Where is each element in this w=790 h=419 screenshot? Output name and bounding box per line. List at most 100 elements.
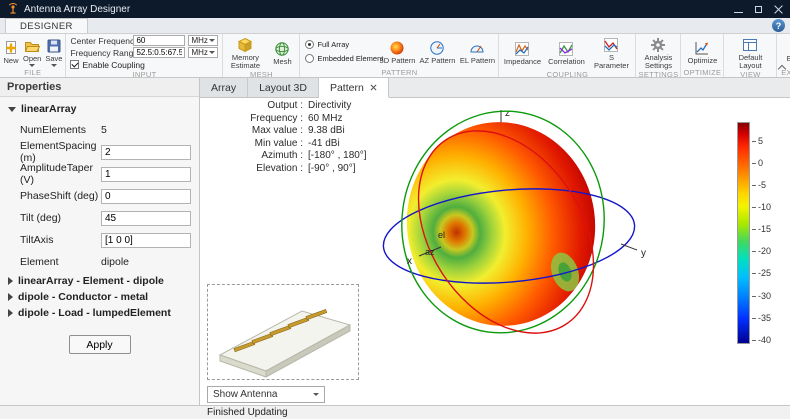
- pattern-3d-plot[interactable]: z x y el az: [341, 104, 721, 400]
- tree-root-label: linearArray: [21, 103, 76, 115]
- optimize-button[interactable]: Optimize: [683, 38, 721, 65]
- s-parameter-button[interactable]: S Parameter: [589, 35, 633, 70]
- default-layout-icon: [742, 37, 758, 53]
- prop-label: Tilt (deg): [20, 212, 101, 224]
- tree-root-lineararray[interactable]: linearArray: [0, 97, 199, 119]
- prop-row-tiltaxis: TiltAxis: [0, 229, 199, 251]
- center-frequency-unit-combo[interactable]: MHz: [188, 35, 218, 46]
- info-label: Elevation :: [237, 163, 303, 176]
- tab-pattern[interactable]: Pattern: [319, 78, 389, 98]
- tab-pattern-label: Pattern: [330, 82, 364, 94]
- file-section-label: FILE: [2, 68, 63, 77]
- minimize-icon[interactable]: [734, 5, 743, 14]
- export-label: Export: [787, 55, 790, 63]
- embedded-element-radio[interactable]: [305, 54, 314, 63]
- close-icon[interactable]: [774, 5, 783, 14]
- unit-caret-icon: [209, 51, 215, 54]
- az-pattern-label: AZ Pattern: [420, 57, 456, 65]
- full-array-radio[interactable]: [305, 40, 314, 49]
- colorbar-tick: -35: [758, 313, 771, 323]
- tab-close-icon[interactable]: [370, 84, 377, 91]
- section-mesh: Memory Estimate Mesh MESH: [223, 34, 300, 77]
- antenna-inset-panel: [207, 284, 359, 380]
- element-spacing-input[interactable]: [101, 145, 191, 160]
- el-pattern-label: EL Pattern: [460, 57, 495, 65]
- show-antenna-dropdown[interactable]: Show Antenna: [207, 386, 325, 403]
- info-label: Output :: [237, 100, 303, 113]
- section-coupling: Impedance Correlation S Parameter COUP: [499, 34, 636, 77]
- default-layout-label: Default Layout: [727, 54, 773, 70]
- prop-row-tilt: Tilt (deg): [0, 207, 199, 229]
- az-pattern-button[interactable]: AZ Pattern: [418, 38, 456, 65]
- z-axis-label: z: [505, 108, 510, 119]
- tab-layout-3d[interactable]: Layout 3D: [248, 78, 319, 97]
- open-button[interactable]: Open: [22, 36, 42, 67]
- input-section-label: INPUT: [68, 70, 220, 78]
- new-label: New: [3, 57, 18, 65]
- info-label: Frequency :: [237, 113, 303, 126]
- info-label: Azimuth :: [237, 150, 303, 163]
- amplitude-taper-input[interactable]: [101, 167, 191, 182]
- export-button[interactable]: Export: [779, 36, 790, 67]
- default-layout-button[interactable]: Default Layout: [726, 35, 774, 70]
- memory-estimate-button[interactable]: Memory Estimate: [225, 35, 265, 70]
- prop-row-elementspacing: ElementSpacing (m): [0, 141, 199, 163]
- frequency-range-input[interactable]: [133, 47, 185, 58]
- expanded-arrow-icon[interactable]: [8, 107, 16, 112]
- embedded-element-label: Embedded Element: [317, 54, 383, 63]
- full-array-radio-row[interactable]: Full Array: [305, 39, 373, 50]
- tab-array[interactable]: Array: [200, 78, 248, 97]
- colorbar-tick: -40: [758, 335, 771, 345]
- help-button[interactable]: ?: [772, 19, 785, 32]
- section-view: Default Layout VIEW: [724, 34, 777, 77]
- embedded-element-radio-row[interactable]: Embedded Element: [305, 53, 373, 64]
- pattern-3d-label: 3D Pattern: [380, 57, 416, 65]
- apply-button[interactable]: Apply: [69, 335, 131, 354]
- collapsed-arrow-icon[interactable]: [8, 293, 13, 301]
- antenna-layout-thumbnail: [208, 285, 358, 379]
- tilt-axis-input[interactable]: [101, 233, 191, 248]
- new-button[interactable]: New: [2, 38, 20, 65]
- analysis-settings-label: Analysis Settings: [639, 54, 677, 70]
- enable-coupling-label: Enable Coupling: [82, 60, 144, 70]
- document-tab-bar: Array Layout 3D Pattern: [200, 78, 790, 98]
- impedance-button[interactable]: Impedance: [501, 39, 543, 66]
- prop-label: NumElements: [20, 124, 101, 136]
- prop-value: dipole: [101, 256, 129, 268]
- new-icon: [3, 40, 19, 56]
- coupling-section-label: COUPLING: [501, 70, 633, 78]
- optimize-label: Optimize: [688, 57, 718, 65]
- center-frequency-input[interactable]: [133, 35, 185, 46]
- enable-coupling-checkbox[interactable]: [70, 60, 79, 69]
- maximize-icon[interactable]: [754, 5, 763, 14]
- mesh-button[interactable]: Mesh: [267, 39, 297, 66]
- impedance-icon: [514, 41, 530, 57]
- collapsed-arrow-icon[interactable]: [8, 277, 13, 285]
- full-array-label: Full Array: [317, 40, 349, 49]
- tree-item-load-lumpedelement[interactable]: dipole - Load - lumpedElement: [0, 305, 199, 321]
- save-button[interactable]: Save: [44, 36, 63, 67]
- pattern-3d-button[interactable]: 3D Pattern: [378, 38, 416, 65]
- prop-label: Element: [20, 256, 101, 268]
- tilt-input[interactable]: [101, 211, 191, 226]
- status-bar: Finished Updating: [0, 405, 790, 419]
- dropdown-caret-icon: [313, 393, 319, 396]
- settings-section-label: SETTINGS: [638, 70, 678, 78]
- correlation-button[interactable]: Correlation: [545, 39, 587, 66]
- el-pattern-button[interactable]: EL Pattern: [458, 38, 496, 65]
- analysis-settings-button[interactable]: Analysis Settings: [638, 35, 678, 70]
- tree-item-conductor-metal[interactable]: dipole - Conductor - metal: [0, 289, 199, 305]
- frequency-range-unit-combo[interactable]: MHz: [188, 47, 218, 58]
- tree-item-element-dipole[interactable]: linearArray - Element - dipole: [0, 273, 199, 289]
- tab-layout-3d-label: Layout 3D: [259, 82, 307, 94]
- section-input: Center Frequency MHz Frequency Range MHz: [66, 34, 223, 77]
- ribbon-toolstrip: New Open Save FILE: [0, 34, 790, 78]
- colorbar-ticks: 5 0 -5 -10 -15 -20 -25 -30 -35 -40: [754, 122, 788, 344]
- pattern-view: Output :Directivity Frequency :60 MHz Ma…: [201, 98, 790, 405]
- colorbar-tick: 0: [758, 158, 763, 168]
- show-antenna-label: Show Antenna: [213, 389, 278, 400]
- save-caret-icon: [51, 64, 57, 67]
- phase-shift-input[interactable]: [101, 189, 191, 204]
- collapsed-arrow-icon[interactable]: [8, 309, 13, 317]
- tab-designer[interactable]: DESIGNER: [5, 18, 88, 33]
